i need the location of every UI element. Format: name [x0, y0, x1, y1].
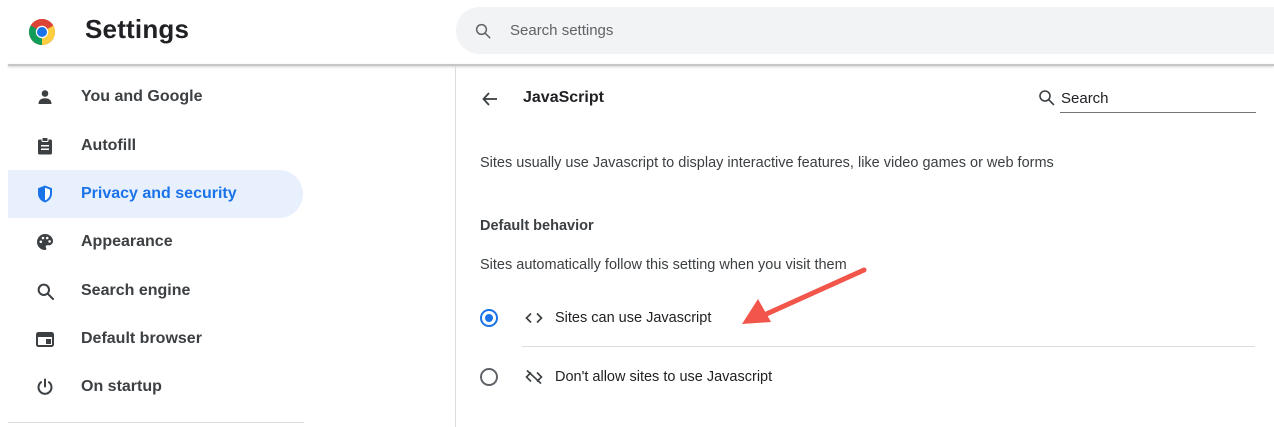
settings-header: Settings: [0, 0, 1274, 62]
option-label: Don't allow sites to use Javascript: [555, 369, 773, 385]
annotation-arrow: [742, 267, 867, 324]
allow-javascript-radio[interactable]: [480, 309, 498, 327]
sidebar-item-label: Privacy and security: [81, 185, 237, 202]
shield-icon: [35, 184, 55, 204]
back-button[interactable]: [478, 87, 502, 111]
page-description: Sites usually use Javascript to display …: [480, 155, 1054, 171]
browser-icon: [35, 329, 55, 349]
search-icon: [35, 281, 55, 301]
subpage-search-box[interactable]: [1038, 84, 1256, 113]
code-off-icon: [524, 367, 544, 387]
subpage-search-input[interactable]: [1060, 84, 1256, 113]
power-icon: [35, 377, 55, 397]
javascript-settings-page: JavaScript Sites usually use Javascript …: [456, 66, 1274, 427]
sidebar-divider: [8, 422, 304, 423]
subpage-title: JavaScript: [523, 89, 604, 106]
block-javascript-radio[interactable]: [480, 368, 498, 386]
option-divider: [522, 346, 1255, 347]
search-icon: [1039, 90, 1055, 106]
sidebar-item-you-and-google[interactable]: You and Google: [8, 73, 303, 121]
sidebar-item-default-browser[interactable]: Default browser: [8, 315, 303, 363]
settings-search-box[interactable]: [456, 7, 1274, 54]
settings-sidebar: You and Google Autofill Privacy and secu…: [0, 73, 320, 427]
page-title: Settings: [85, 14, 190, 44]
back-arrow-icon: [482, 92, 497, 106]
sidebar-item-label: Appearance: [81, 233, 173, 250]
sidebar-item-label: Search engine: [81, 282, 191, 299]
sidebar-item-search-engine[interactable]: Search engine: [8, 267, 303, 315]
option-label: Sites can use Javascript: [555, 310, 712, 326]
sidebar-item-privacy-and-security[interactable]: Privacy and security: [8, 170, 303, 218]
sidebar-item-label: Autofill: [81, 137, 137, 154]
section-heading: Default behavior: [480, 218, 594, 234]
search-icon: [473, 21, 493, 41]
sidebar-item-label: On startup: [81, 378, 162, 395]
sidebar-item-label: You and Google: [81, 88, 203, 105]
sidebar-item-appearance[interactable]: Appearance: [8, 218, 303, 266]
sidebar-item-on-startup[interactable]: On startup: [8, 363, 303, 411]
option-block-javascript[interactable]: Don't allow sites to use Javascript: [480, 357, 1256, 397]
person-icon: [35, 87, 55, 107]
sidebar-item-autofill[interactable]: Autofill: [8, 122, 303, 170]
sidebar-item-label: Default browser: [81, 330, 202, 347]
chrome-logo-icon: [29, 18, 56, 46]
palette-icon: [35, 232, 55, 252]
clipboard-icon: [35, 136, 55, 156]
code-icon: [524, 308, 544, 328]
settings-search-input[interactable]: [508, 21, 1112, 40]
